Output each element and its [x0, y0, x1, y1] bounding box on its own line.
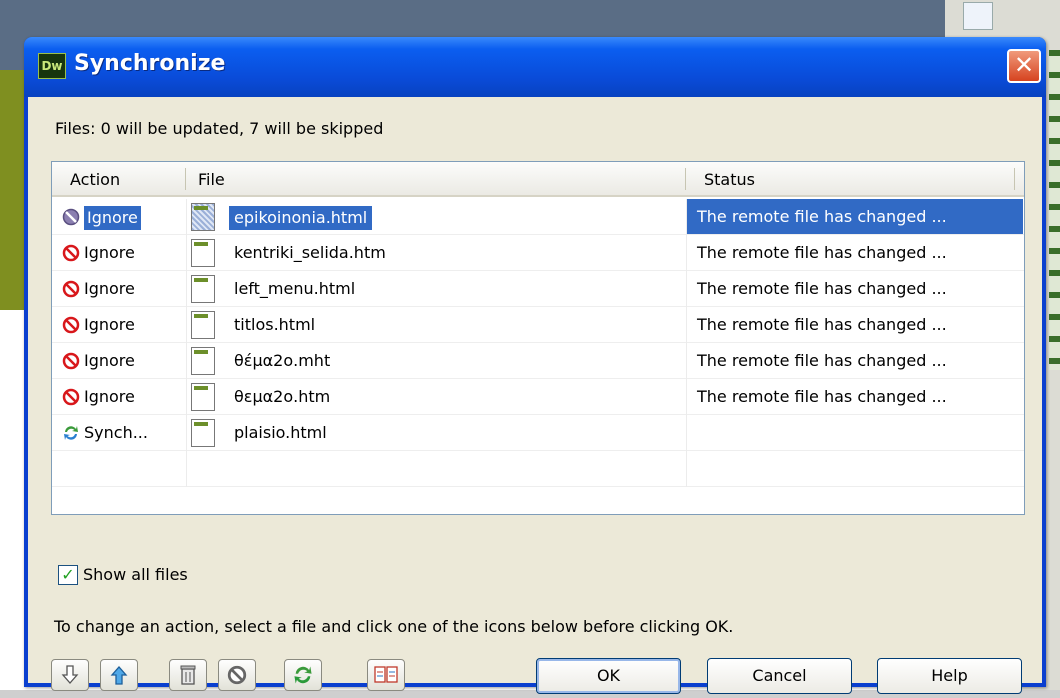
- html-file-icon: [191, 311, 215, 339]
- action-label: Ignore: [84, 243, 135, 262]
- html-file-icon: [191, 347, 215, 375]
- html-file-icon: [191, 239, 215, 267]
- ignore-icon: [62, 316, 80, 334]
- close-icon: ✕: [1013, 51, 1035, 79]
- table-row[interactable]: Ignore titlos.html The remote file has c…: [52, 307, 1024, 343]
- file-cell[interactable]: titlos.html: [187, 307, 686, 342]
- column-separator[interactable]: [185, 168, 186, 190]
- html-file-icon: [191, 419, 215, 447]
- cancel-button[interactable]: Cancel: [707, 658, 852, 694]
- file-name: left_menu.html: [234, 279, 356, 298]
- table-row[interactable]: Ignore left_menu.html The remote file ha…: [52, 271, 1024, 307]
- action-label: Ignore: [84, 206, 141, 230]
- ignore-icon: [62, 352, 80, 370]
- title-bar[interactable]: Dw Synchronize ✕: [24, 37, 1046, 97]
- compare-button[interactable]: [367, 659, 405, 691]
- col-divider: [686, 451, 687, 487]
- ignore-icon: [62, 388, 80, 406]
- table-row[interactable]: Ignore θέμα2ο.mht The remote file has ch…: [52, 343, 1024, 379]
- html-file-icon: [191, 383, 215, 411]
- file-cell[interactable]: θεμα2ο.htm: [187, 379, 686, 414]
- action-label: Ignore: [84, 315, 135, 334]
- column-header-action[interactable]: Action: [70, 170, 120, 189]
- compare-icon: [374, 666, 398, 683]
- ignore-icon: [62, 208, 80, 226]
- synchronize-icon: [294, 666, 312, 684]
- synchronize-icon: [64, 426, 78, 440]
- file-name: θεμα2ο.htm: [234, 387, 331, 406]
- dialog-title: Synchronize: [74, 51, 226, 76]
- file-name: epikoinonia.html: [229, 206, 373, 230]
- help-button[interactable]: Help: [877, 658, 1022, 694]
- delete-icon: [180, 665, 196, 685]
- action-label: Synch...: [84, 423, 148, 442]
- action-label: Ignore: [84, 351, 135, 370]
- status-cell: The remote file has changed ...: [687, 199, 1023, 234]
- show-all-files-label[interactable]: Show all files: [83, 565, 188, 584]
- files-list[interactable]: Action File Status Ignore epikoinonia.ht…: [51, 161, 1025, 515]
- files-summary: Files: 0 will be updated, 7 will be skip…: [55, 119, 384, 138]
- put-button[interactable]: [100, 659, 138, 691]
- get-button[interactable]: [51, 659, 89, 691]
- file-name: titlos.html: [234, 315, 316, 334]
- action-cell[interactable]: Ignore: [52, 271, 186, 306]
- action-cell[interactable]: Ignore: [52, 307, 186, 342]
- col-divider: [186, 451, 187, 487]
- html-file-icon: [191, 275, 215, 303]
- status-cell: The remote file has changed ...: [697, 351, 947, 370]
- action-cell[interactable]: Ignore: [52, 235, 186, 270]
- column-header-file[interactable]: File: [198, 170, 225, 189]
- ok-button[interactable]: OK: [536, 658, 681, 694]
- table-row[interactable]: Synch... plaisio.html: [52, 415, 1024, 451]
- file-cell[interactable]: θέμα2ο.mht: [187, 343, 686, 378]
- ignore-button[interactable]: [218, 659, 256, 691]
- column-header-status[interactable]: Status: [704, 170, 755, 189]
- file-name: kentriki_selida.htm: [234, 243, 386, 262]
- table-row[interactable]: Ignore θεμα2ο.htm The remote file has ch…: [52, 379, 1024, 415]
- background-toolbar-icon: [963, 2, 993, 30]
- status-cell: The remote file has changed ...: [697, 243, 947, 262]
- column-separator[interactable]: [685, 168, 686, 190]
- action-cell[interactable]: Ignore: [52, 199, 186, 234]
- synchronize-button[interactable]: [284, 659, 322, 691]
- put-icon: [110, 666, 128, 685]
- get-icon: [61, 665, 79, 684]
- delete-button[interactable]: [169, 659, 207, 691]
- ignore-icon: [227, 665, 247, 685]
- synchronize-dialog: Dw Synchronize ✕ Files: 0 will be update…: [24, 37, 1046, 694]
- empty-row: [52, 451, 1024, 487]
- file-cell[interactable]: kentriki_selida.htm: [187, 235, 686, 270]
- table-row[interactable]: Ignore epikoinonia.html The remote file …: [52, 199, 1024, 235]
- ignore-icon: [62, 280, 80, 298]
- instruction-text: To change an action, select a file and c…: [54, 617, 734, 636]
- status-cell: The remote file has changed ...: [697, 315, 947, 334]
- status-cell: The remote file has changed ...: [697, 279, 947, 298]
- dialog-body: Files: 0 will be updated, 7 will be skip…: [28, 97, 1042, 694]
- dreamweaver-app-icon: Dw: [38, 53, 66, 79]
- file-cell[interactable]: left_menu.html: [187, 271, 686, 306]
- status-cell: [687, 415, 1023, 450]
- action-cell[interactable]: Ignore: [52, 343, 186, 378]
- status-cell: The remote file has changed ...: [697, 387, 947, 406]
- file-cell[interactable]: plaisio.html: [187, 415, 686, 450]
- background-strip: [1049, 50, 1060, 370]
- file-cell[interactable]: epikoinonia.html: [187, 199, 686, 234]
- action-cell[interactable]: Ignore: [52, 379, 186, 414]
- list-header: Action File Status: [52, 162, 1024, 197]
- column-separator[interactable]: [1014, 168, 1015, 190]
- show-all-files-checkbox[interactable]: ✓: [58, 565, 78, 585]
- action-label: Ignore: [84, 387, 135, 406]
- html-file-icon: [191, 203, 215, 231]
- ignore-icon: [62, 244, 80, 262]
- file-name: plaisio.html: [234, 423, 327, 442]
- close-button[interactable]: ✕: [1007, 49, 1041, 83]
- action-cell[interactable]: Synch...: [52, 415, 186, 450]
- table-row[interactable]: Ignore kentriki_selida.htm The remote fi…: [52, 235, 1024, 271]
- file-name: θέμα2ο.mht: [234, 351, 331, 370]
- action-label: Ignore: [84, 279, 135, 298]
